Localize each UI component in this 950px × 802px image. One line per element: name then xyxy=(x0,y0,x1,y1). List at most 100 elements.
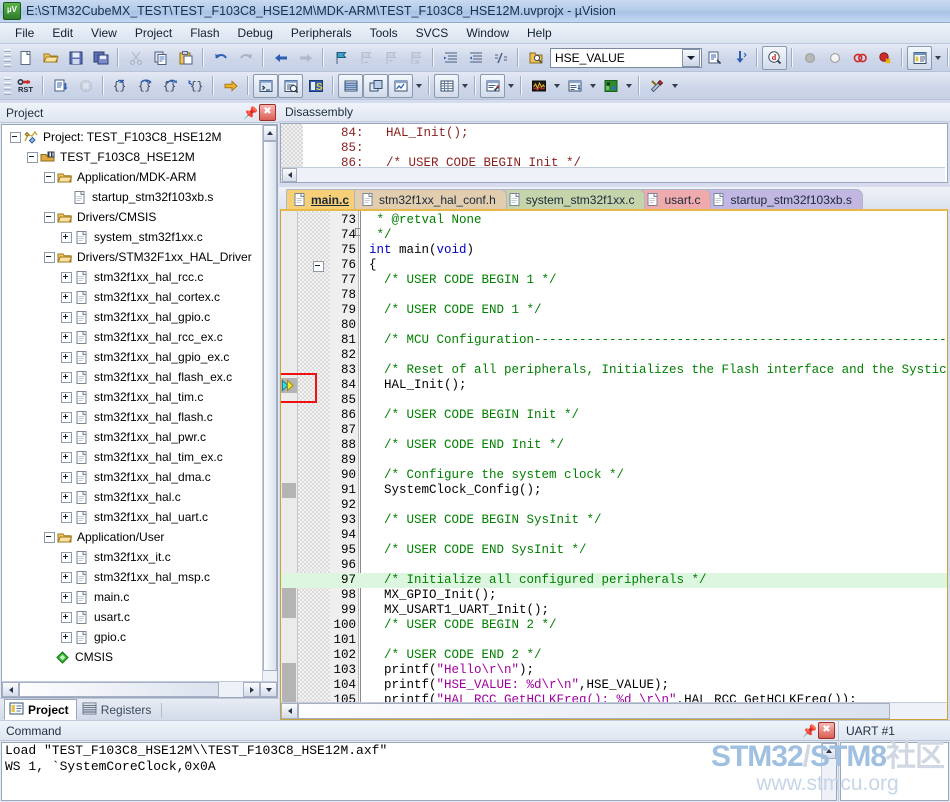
tree-item[interactable]: Application/MDK-ARM xyxy=(2,167,262,187)
tree-item[interactable]: stm32f1xx_hal_pwr.c xyxy=(2,427,262,447)
redo-icon[interactable] xyxy=(233,46,258,70)
scroll-up-icon[interactable] xyxy=(263,125,277,141)
expand-icon[interactable] xyxy=(61,511,72,523)
code-line[interactable]: 84 HAL_Init(); xyxy=(281,378,947,393)
editor-tab[interactable]: system_stm32f1xx.c xyxy=(500,189,646,209)
scroll-right-icon[interactable] xyxy=(243,682,260,697)
memory-window-icon[interactable] xyxy=(434,73,459,98)
new-file-icon[interactable] xyxy=(13,46,38,70)
system-viewer-icon[interactable] xyxy=(598,74,623,98)
menu-help[interactable]: Help xyxy=(518,24,561,42)
expand-icon[interactable] xyxy=(61,391,72,403)
expand-icon[interactable] xyxy=(61,411,72,423)
menu-flash[interactable]: Flash xyxy=(181,24,228,42)
analysis-window-dropdown[interactable] xyxy=(551,75,562,97)
code-line[interactable]: 85 xyxy=(281,393,947,408)
menu-tools[interactable]: Tools xyxy=(361,24,407,42)
tools-dropdown[interactable] xyxy=(669,75,680,97)
editor-tab[interactable]: stm32f1xx_hal_conf.h xyxy=(354,189,507,209)
scroll-up-icon[interactable] xyxy=(822,743,836,759)
manage-windows-icon[interactable] xyxy=(907,45,932,70)
code-line[interactable]: 98 MX_GPIO_Init(); xyxy=(281,588,947,603)
hscroll-track[interactable] xyxy=(297,168,945,182)
tree-item[interactable]: Project: TEST_F103C8_HSE12M xyxy=(2,127,262,147)
trace-window-dropdown[interactable] xyxy=(587,75,598,97)
code-line[interactable]: 81 /* MCU Configuration-----------------… xyxy=(281,333,947,348)
symbols-window-icon[interactable]: S xyxy=(303,74,328,98)
expand-icon[interactable] xyxy=(61,431,72,443)
code-line[interactable]: 74 */ xyxy=(281,228,947,243)
tree-item[interactable]: stm32f1xx_hal_rcc_ex.c xyxy=(2,327,262,347)
indent-icon[interactable] xyxy=(438,46,463,70)
code-line[interactable]: 93 /* USER CODE BEGIN SysInit */ xyxy=(281,513,947,528)
expand-icon[interactable] xyxy=(61,591,72,603)
expand-icon[interactable] xyxy=(61,611,72,623)
tree-item[interactable]: stm32f1xx_hal_tim.c xyxy=(2,387,262,407)
menu-project[interactable]: Project xyxy=(126,24,181,42)
menu-debug[interactable]: Debug xyxy=(229,24,282,42)
insert-bookmark-icon[interactable] xyxy=(727,46,752,70)
breakpoint-disabled-icon[interactable] xyxy=(797,46,822,70)
command-output[interactable]: Load "TEST_F103C8_HSE12M\\TEST_F103C8_HS… xyxy=(1,742,837,801)
uart-output[interactable] xyxy=(840,742,949,801)
expand-icon[interactable] xyxy=(61,271,72,283)
command-vscrollbar[interactable] xyxy=(821,743,836,800)
kill-all-breakpoints-icon[interactable] xyxy=(872,46,897,70)
hscroll-thumb[interactable] xyxy=(19,682,219,697)
menu-file[interactable]: File xyxy=(6,24,43,42)
expand-icon[interactable] xyxy=(61,571,72,583)
save-all-icon[interactable] xyxy=(88,46,113,70)
code-line[interactable]: 87 xyxy=(281,423,947,438)
run-to-cursor-icon[interactable]: {} xyxy=(183,74,208,98)
find-in-files-icon[interactable] xyxy=(523,46,548,70)
code-line[interactable]: 95 /* USER CODE END SysInit */ xyxy=(281,543,947,558)
editor-text[interactable]: 73 * @retval None 74 */75 int main(void) 76… xyxy=(281,213,947,702)
toolbar-grip-2[interactable] xyxy=(4,75,11,96)
chevron-down-icon[interactable] xyxy=(682,48,700,67)
editor-tab[interactable]: main.c xyxy=(286,189,361,209)
save-icon[interactable] xyxy=(63,46,88,70)
tab-registers[interactable]: Registers xyxy=(77,699,160,720)
outdent-icon[interactable] xyxy=(463,46,488,70)
code-line[interactable]: 102 /* USER CODE END 2 */ xyxy=(281,648,947,663)
code-line[interactable]: 91 SystemClock_Config(); xyxy=(281,483,947,498)
code-line[interactable]: 94 xyxy=(281,528,947,543)
expand-icon[interactable] xyxy=(61,471,72,483)
memory-window-dropdown[interactable] xyxy=(459,75,470,97)
open-file-icon[interactable] xyxy=(38,46,63,70)
reset-cpu-icon[interactable]: RST xyxy=(13,74,38,98)
menu-window[interactable]: Window xyxy=(457,24,518,42)
scroll-left-icon[interactable] xyxy=(2,682,19,697)
code-line[interactable]: 105 printf("HAL_RCC_GetHCLKFreq(): %d \r… xyxy=(281,693,947,702)
vscroll-thumb[interactable] xyxy=(263,141,277,671)
code-line[interactable]: 97 /* Initialize all configured peripher… xyxy=(281,573,947,588)
copy-icon[interactable] xyxy=(148,46,173,70)
tree-item[interactable]: gpio.c xyxy=(2,627,262,647)
expand-icon[interactable] xyxy=(61,631,72,643)
show-next-statement-icon[interactable] xyxy=(218,74,243,98)
bookmark-next-icon[interactable] xyxy=(378,46,403,70)
tree-item[interactable]: stm32f1xx_hal.c xyxy=(2,487,262,507)
project-tree-container[interactable]: Project: TEST_F103C8_HSE12M TEST_F103C8_H… xyxy=(1,124,278,698)
pin-icon[interactable]: 📌 xyxy=(243,105,258,120)
expand-icon[interactable] xyxy=(61,331,72,343)
collapse-icon[interactable] xyxy=(44,211,55,223)
close-icon[interactable]: ✖ xyxy=(259,104,276,121)
navigate-back-icon[interactable] xyxy=(268,46,293,70)
menu-peripherals[interactable]: Peripherals xyxy=(282,24,361,42)
tree-item[interactable]: main.c xyxy=(2,587,262,607)
hscroll-track[interactable] xyxy=(19,682,243,697)
command-window-icon[interactable] xyxy=(253,73,278,98)
watch-window-icon[interactable] xyxy=(388,73,413,98)
tree-item[interactable]: startup_stm32f103xb.s xyxy=(2,187,262,207)
watch-window-dropdown[interactable] xyxy=(413,75,424,97)
editor-hscrollbar[interactable] xyxy=(281,702,947,719)
step-out-icon[interactable]: {} xyxy=(158,74,183,98)
tree-item[interactable]: CMSIS xyxy=(2,647,262,667)
scroll-down-icon[interactable] xyxy=(260,682,277,697)
code-line[interactable]: 101 xyxy=(281,633,947,648)
code-line[interactable]: 76 { xyxy=(281,258,947,273)
bookmark-prev-icon[interactable] xyxy=(353,46,378,70)
code-line[interactable]: 104 printf("HSE_VALUE: %d\r\n",HSE_VALUE… xyxy=(281,678,947,693)
hscroll-track[interactable] xyxy=(298,703,947,719)
